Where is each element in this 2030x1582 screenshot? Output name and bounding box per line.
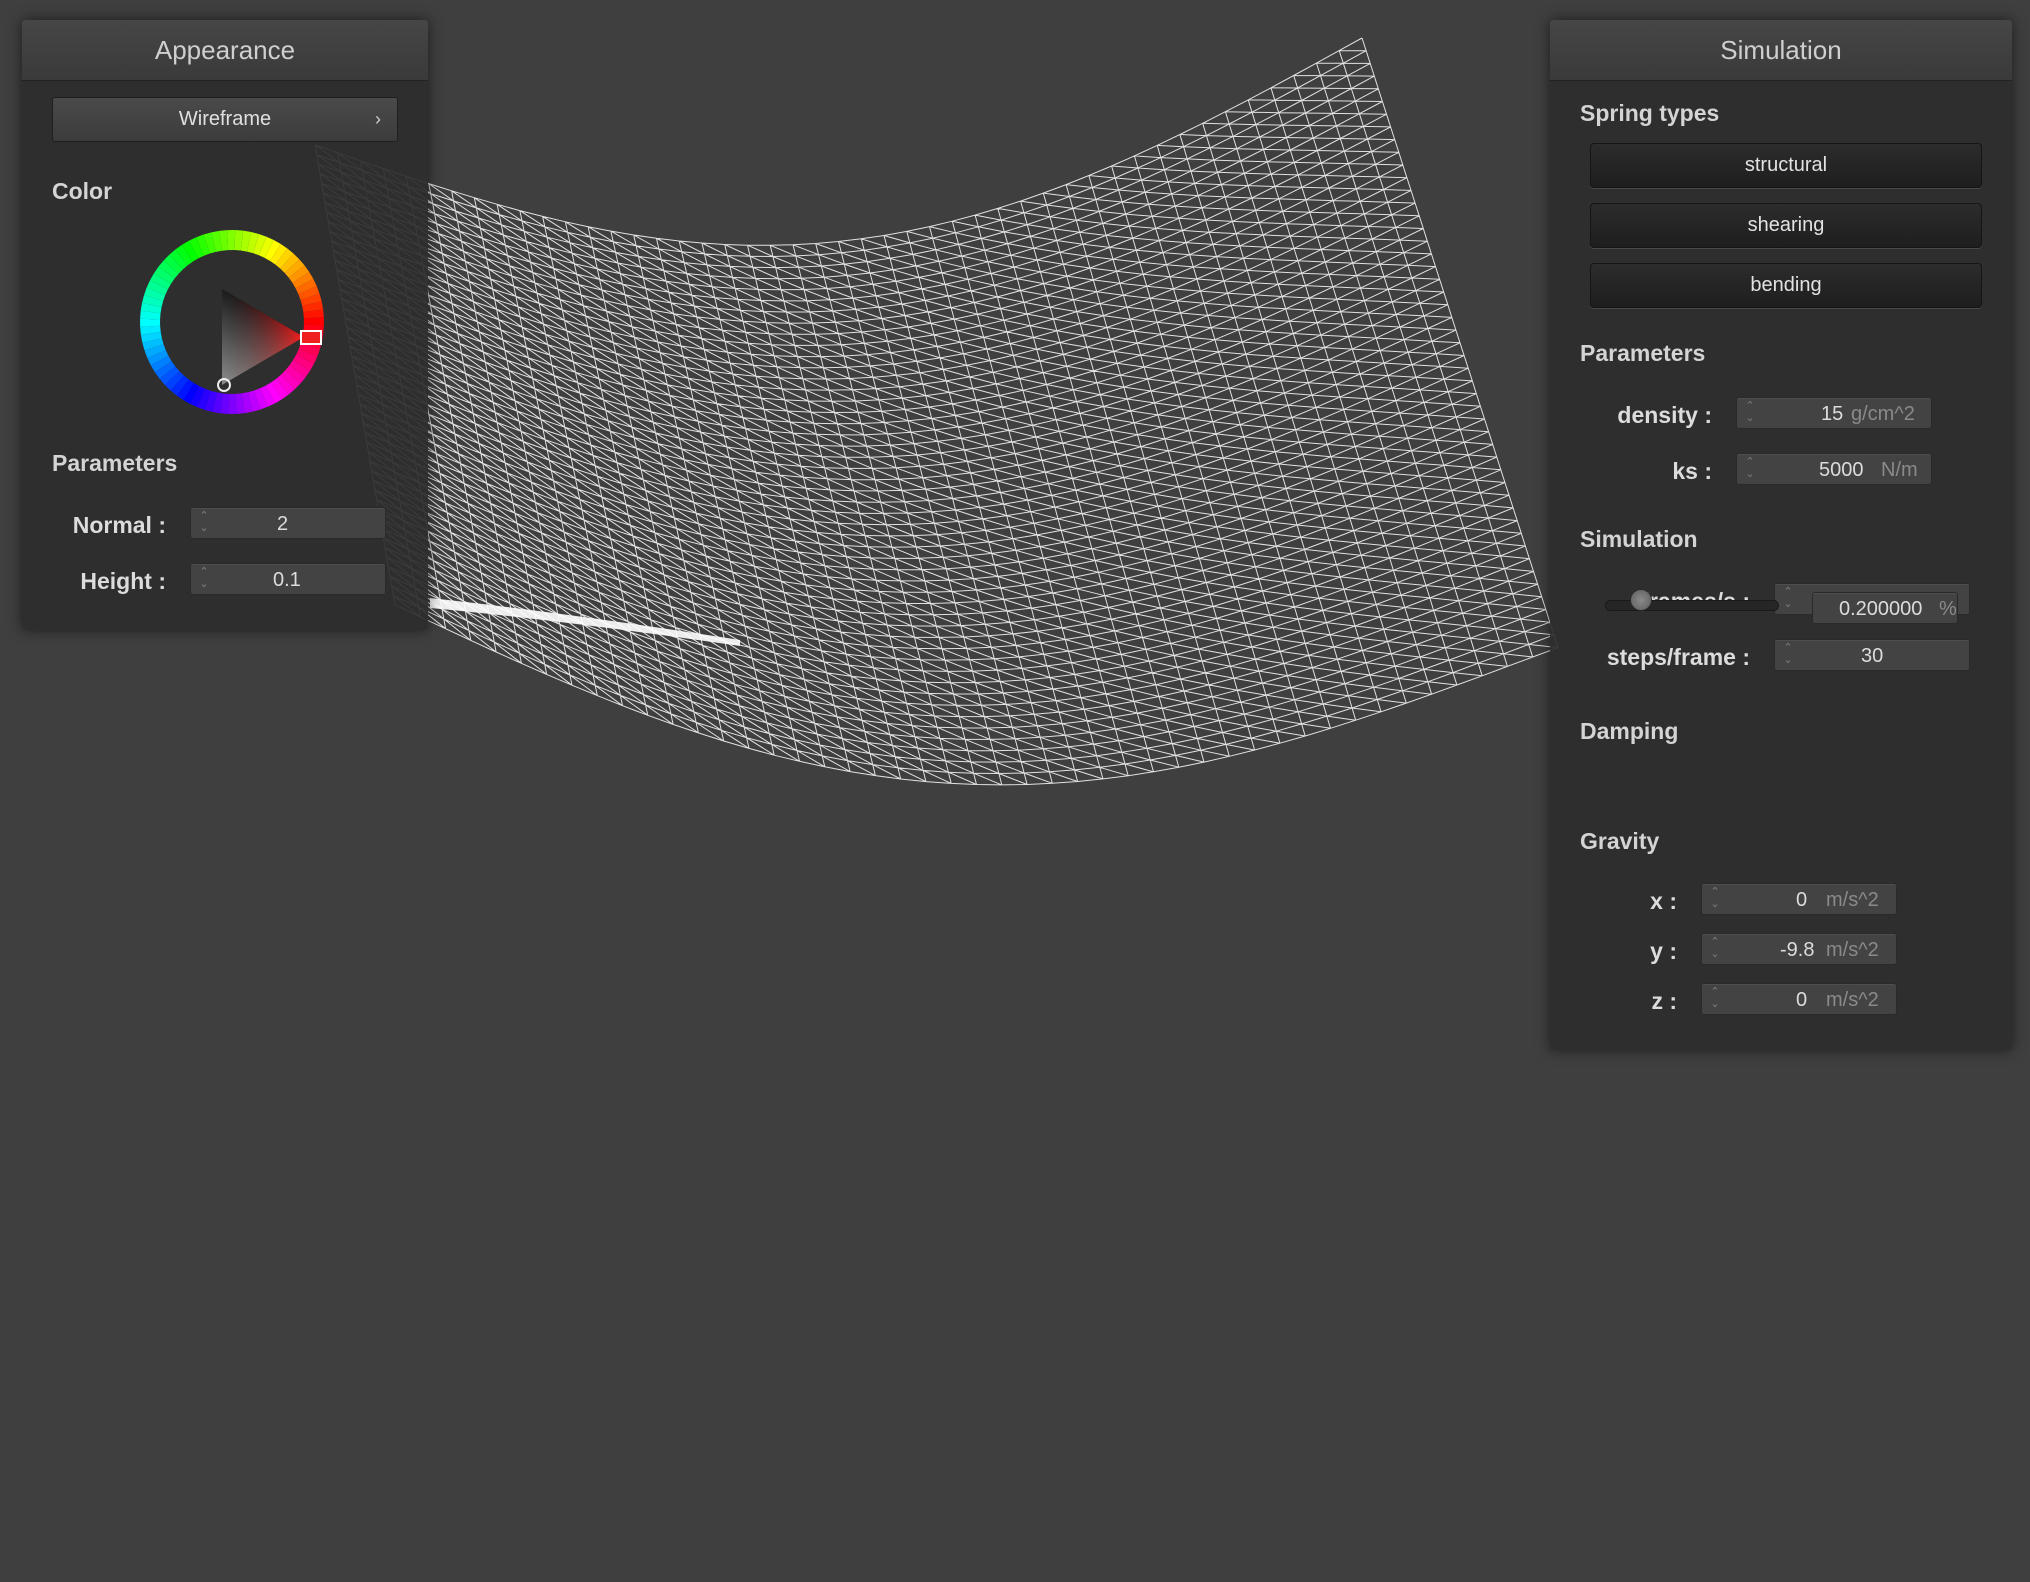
- steps-spinbox[interactable]: ⌃ ⌄ 30: [1774, 639, 1970, 671]
- spin-arrows-icon[interactable]: ⌃ ⌄: [1741, 456, 1759, 482]
- gravity-y-value: -9.8: [1780, 939, 1815, 961]
- height-label: Height :: [80, 568, 166, 594]
- steps-label: steps/frame :: [1606, 644, 1750, 670]
- appearance-panel-title: Appearance: [22, 20, 428, 81]
- wireframe-lines: [314, 37, 1559, 786]
- gravity-y-label: y :: [1650, 938, 1677, 964]
- gravity-z-unit: m/s^2: [1826, 989, 1879, 1011]
- ks-unit: N/m: [1881, 459, 1918, 481]
- spin-arrows-icon[interactable]: ⌃ ⌄: [1779, 586, 1797, 612]
- simulation-panel: Simulation Spring types structural shear…: [1550, 20, 2012, 1050]
- render-mode-dropdown[interactable]: Wireframe ›: [52, 97, 398, 142]
- damping-slider-handle[interactable]: [1629, 589, 1652, 611]
- height-spinbox[interactable]: ⌃ ⌄ 0.1: [190, 563, 386, 595]
- render-mode-value: Wireframe: [178, 108, 272, 130]
- chevron-right-icon: ›: [375, 109, 381, 129]
- density-label: density :: [1617, 402, 1712, 428]
- density-unit: g/cm^2: [1851, 403, 1915, 425]
- density-value: 15: [1821, 403, 1844, 425]
- color-section-label: Color: [52, 178, 113, 204]
- spin-arrows-icon[interactable]: ⌃ ⌄: [1706, 986, 1724, 1012]
- structural-spring-button[interactable]: structural: [1590, 143, 1982, 188]
- gravity-y-spinbox[interactable]: ⌃ ⌄ -9.8 m/s^2: [1701, 933, 1897, 965]
- spin-arrows-icon[interactable]: ⌃ ⌄: [1779, 642, 1797, 668]
- spin-arrows-icon[interactable]: ⌃ ⌄: [1706, 936, 1724, 962]
- steps-value: 30: [1861, 645, 1884, 667]
- damping-label: Damping: [1580, 718, 1679, 744]
- damping-value: 0.200000: [1839, 598, 1923, 620]
- gravity-x-spinbox[interactable]: ⌃ ⌄ 0 m/s^2: [1701, 883, 1897, 915]
- gravity-x-label: x :: [1650, 888, 1677, 914]
- sim-parameters-label: Parameters: [1580, 340, 1706, 366]
- gravity-x-unit: m/s^2: [1826, 889, 1879, 911]
- damping-field[interactable]: 0.200000 %: [1812, 592, 1958, 624]
- appearance-parameters-label: Parameters: [52, 450, 178, 476]
- gravity-z-label: z :: [1651, 988, 1677, 1014]
- spin-arrows-icon[interactable]: ⌃ ⌄: [195, 510, 213, 536]
- gravity-x-value: 0: [1796, 889, 1808, 911]
- simulation-panel-title: Simulation: [1550, 20, 2012, 81]
- gravity-label: Gravity: [1580, 828, 1660, 854]
- gravity-z-spinbox[interactable]: ⌃ ⌄ 0 m/s^2: [1701, 983, 1897, 1015]
- gravity-y-unit: m/s^2: [1826, 939, 1879, 961]
- ks-spinbox[interactable]: ⌃ ⌄ 5000 N/m: [1736, 453, 1932, 485]
- spin-arrows-icon[interactable]: ⌃ ⌄: [1706, 886, 1724, 912]
- normal-spinbox[interactable]: ⌃ ⌄ 2: [190, 507, 386, 539]
- appearance-panel: Appearance Wireframe › Color Parameters …: [22, 20, 428, 630]
- damping-unit: %: [1939, 598, 1957, 620]
- cloth-wireframe-mesh: [314, 37, 1559, 786]
- normal-label: Normal :: [72, 512, 166, 538]
- gravity-z-value: 0: [1796, 989, 1808, 1011]
- color-wheel[interactable]: [137, 227, 327, 417]
- spring-types-label: Spring types: [1580, 100, 1720, 126]
- ks-value: 5000: [1819, 459, 1864, 481]
- hue-selector-handle[interactable]: [300, 330, 322, 345]
- shearing-spring-button[interactable]: shearing: [1590, 203, 1982, 248]
- simulation-section-label: Simulation: [1580, 526, 1698, 552]
- bending-spring-button[interactable]: bending: [1590, 263, 1982, 308]
- normal-value: 2: [277, 513, 289, 535]
- spin-arrows-icon[interactable]: ⌃ ⌄: [1741, 400, 1759, 426]
- ks-label: ks :: [1672, 458, 1712, 484]
- density-spinbox[interactable]: ⌃ ⌄ 15 g/cm^2: [1736, 397, 1932, 429]
- height-value: 0.1: [273, 569, 301, 591]
- spin-arrows-icon[interactable]: ⌃ ⌄: [195, 566, 213, 592]
